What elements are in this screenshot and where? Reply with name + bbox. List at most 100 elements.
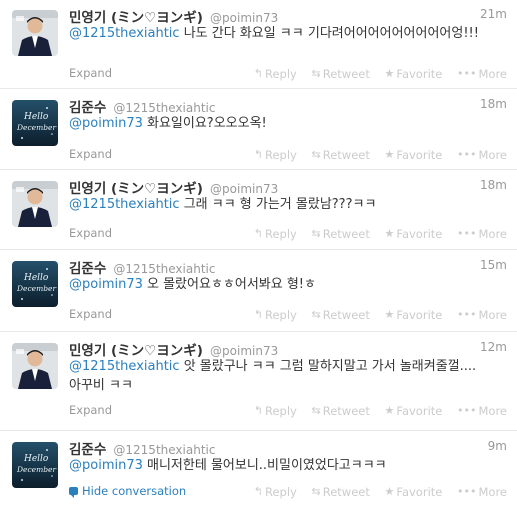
more-button[interactable]: ••• More (457, 485, 507, 499)
star-icon: ★ (384, 227, 395, 240)
avatar[interactable]: Hello December (12, 442, 58, 488)
author-handle[interactable]: @poimin73 (210, 344, 278, 358)
tweet-text: @1215thexiahtic 앗 몰랐구나 ㅋㅋ 그럼 말하지말고 가서 놀래… (69, 357, 505, 395)
tweet-text: @1215thexiahtic 그래 ㅋㅋ 형 가는거 몰랐남???ㅋㅋ (69, 195, 505, 214)
author-handle[interactable]: @poimin73 (210, 11, 278, 25)
tweet[interactable]: Hello December 김준수 @1215thexiahtic 15m @… (0, 251, 517, 332)
retweet-icon: ⇆ (311, 404, 321, 417)
tweet-text: @poimin73 매니저한테 물어보니..비밀이였었다고ㅋㅋㅋ (69, 456, 505, 475)
reply-button[interactable]: ↰ Reply (254, 227, 297, 241)
more-icon: ••• (457, 485, 477, 498)
tweet-time[interactable]: 15m (480, 258, 507, 272)
favorite-button[interactable]: ★ Favorite (385, 308, 443, 322)
expand-link[interactable]: Expand (69, 66, 112, 80)
mention-link[interactable]: @poimin73 (69, 458, 143, 473)
author-handle[interactable]: @1215thexiahtic (113, 101, 215, 115)
tweet[interactable]: 민영기 (ミン♡ヨンギ) @poimin73 21m @1215thexiaht… (0, 0, 517, 89)
more-icon: ••• (457, 67, 477, 80)
avatar-caption: December (16, 465, 56, 474)
reply-button[interactable]: ↰ Reply (254, 404, 297, 418)
favorite-button[interactable]: ★ Favorite (385, 227, 443, 241)
reply-icon: ↰ (253, 67, 263, 80)
retweet-button[interactable]: ⇆ Retweet (312, 485, 370, 499)
retweet-button[interactable]: ⇆ Retweet (312, 227, 370, 241)
retweet-icon: ⇆ (311, 227, 321, 240)
mention-link[interactable]: @poimin73 (69, 116, 143, 131)
reply-icon: ↰ (253, 227, 263, 240)
favorite-button[interactable]: ★ Favorite (385, 404, 443, 418)
expand-link[interactable]: Expand (69, 226, 112, 240)
tweet[interactable]: 민영기 (ミン♡ヨンギ) @poimin73 12m @1215thexiaht… (0, 333, 517, 431)
more-button[interactable]: ••• More (457, 67, 507, 81)
more-icon: ••• (457, 404, 477, 417)
mention-link[interactable]: @poimin73 (69, 277, 143, 292)
star-icon: ★ (384, 308, 395, 321)
retweet-button[interactable]: ⇆ Retweet (312, 148, 370, 162)
avatar[interactable] (12, 10, 58, 56)
tweet-text: @1215thexiahtic 나도 간다 화요일 ㅋㅋ 기다려어어어어어어어어… (69, 24, 505, 43)
tweet[interactable]: Hello December 김준수 @1215thexiahtic 9m @p… (0, 432, 517, 512)
tweet[interactable]: Hello December 김준수 @1215thexiahtic 18m @… (0, 90, 517, 170)
retweet-button[interactable]: ⇆ Retweet (312, 404, 370, 418)
retweet-icon: ⇆ (311, 67, 321, 80)
more-icon: ••• (457, 148, 477, 161)
more-button[interactable]: ••• More (457, 404, 507, 418)
author-handle[interactable]: @poimin73 (210, 182, 278, 196)
retweet-icon: ⇆ (311, 485, 321, 498)
expand-link[interactable]: Expand (69, 307, 112, 321)
avatar[interactable] (12, 181, 58, 227)
tweet-body: 오 몰랐어요ㅎㅎ어서봐요 형!ㅎ (142, 277, 316, 292)
tweet-time[interactable]: 12m (480, 340, 507, 354)
star-icon: ★ (384, 404, 395, 417)
reply-icon: ↰ (253, 148, 263, 161)
avatar-caption: Hello (23, 112, 49, 122)
avatar-caption: Hello (23, 454, 49, 464)
reply-button[interactable]: ↰ Reply (254, 67, 297, 81)
mention-link[interactable]: @1215thexiahtic (69, 26, 180, 41)
mention-link[interactable]: @1215thexiahtic (69, 359, 180, 374)
avatar[interactable] (12, 343, 58, 389)
tweet[interactable]: 민영기 (ミン♡ヨンギ) @poimin73 18m @1215thexiaht… (0, 171, 517, 250)
star-icon: ★ (384, 148, 395, 161)
retweet-icon: ⇆ (311, 148, 321, 161)
tweet-time[interactable]: 9m (488, 439, 507, 453)
more-button[interactable]: ••• More (457, 148, 507, 162)
tweet-time[interactable]: 21m (480, 7, 507, 21)
star-icon: ★ (384, 67, 395, 80)
favorite-button[interactable]: ★ Favorite (385, 67, 443, 81)
tweet-time[interactable]: 18m (480, 97, 507, 111)
avatar[interactable]: Hello December (12, 100, 58, 146)
mention-link[interactable]: @1215thexiahtic (69, 197, 180, 212)
retweet-button[interactable]: ⇆ Retweet (312, 67, 370, 81)
reply-button[interactable]: ↰ Reply (254, 148, 297, 162)
retweet-icon: ⇆ (311, 308, 321, 321)
author-handle[interactable]: @1215thexiahtic (113, 443, 215, 457)
more-icon: ••• (457, 227, 477, 240)
tweet-body: 매니저한테 물어보니..비밀이였었다고ㅋㅋㅋ (142, 458, 387, 473)
expand-link[interactable]: Expand (69, 147, 112, 161)
reply-button[interactable]: ↰ Reply (254, 485, 297, 499)
avatar-caption: December (16, 123, 56, 132)
author-handle[interactable]: @1215thexiahtic (113, 262, 215, 276)
avatar[interactable]: Hello December (12, 261, 58, 307)
favorite-button[interactable]: ★ Favorite (385, 148, 443, 162)
tweet-body: 화요일이요?오오오옥! (142, 116, 267, 131)
tweet-text: @poimin73 오 몰랐어요ㅎㅎ어서봐요 형!ㅎ (69, 275, 505, 294)
retweet-button[interactable]: ⇆ Retweet (312, 308, 370, 322)
reply-icon: ↰ (253, 404, 263, 417)
star-icon: ★ (384, 485, 395, 498)
reply-button[interactable]: ↰ Reply (254, 308, 297, 322)
favorite-button[interactable]: ★ Favorite (385, 485, 443, 499)
expand-link[interactable]: Expand (69, 403, 112, 417)
tweet-time[interactable]: 18m (480, 178, 507, 192)
hide-conversation-link[interactable]: Hide conversation (69, 484, 186, 498)
more-icon: ••• (457, 308, 477, 321)
more-button[interactable]: ••• More (457, 308, 507, 322)
tweet-body: 그래 ㅋㅋ 형 가는거 몰랐남???ㅋㅋ (179, 197, 377, 212)
more-button[interactable]: ••• More (457, 227, 507, 241)
conversation-icon (69, 487, 78, 498)
tweet-text: @poimin73 화요일이요?오오오옥! (69, 114, 505, 133)
reply-icon: ↰ (253, 308, 263, 321)
reply-icon: ↰ (253, 485, 263, 498)
avatar-caption: December (16, 284, 56, 293)
